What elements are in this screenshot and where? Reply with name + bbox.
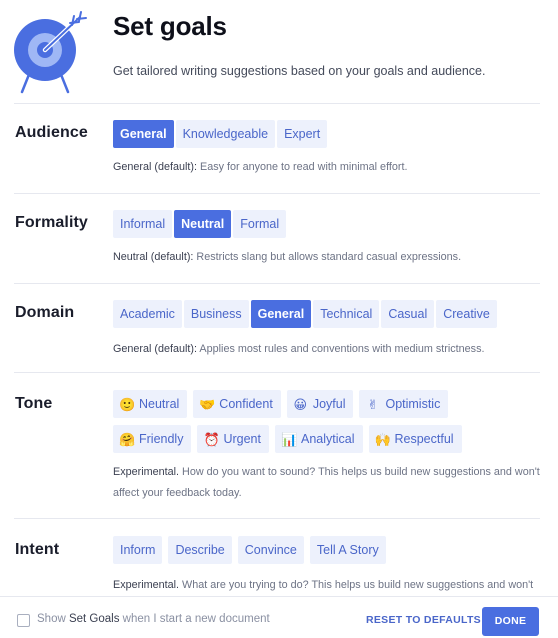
tone-option-urgent[interactable]: ⏰ Urgent <box>197 425 269 453</box>
intent-label: Intent <box>15 541 60 558</box>
tone-option-analytical[interactable]: 📊 Analytical <box>275 425 363 453</box>
handshake-icon: 🤝 <box>199 396 216 412</box>
tone-label: Tone <box>15 395 53 412</box>
intent-option-tell-a-story[interactable]: Tell A Story <box>309 536 386 564</box>
raised-hands-icon: 🙌 <box>374 431 391 447</box>
intent-option-describe[interactable]: Describe <box>168 536 232 564</box>
dialog-header: Set goals Get tailored writing suggestio… <box>0 0 558 104</box>
checkbox-label-emphasis: Set Goals <box>68 613 120 625</box>
grinning-face-icon: 😀 <box>293 396 308 412</box>
tone-option-label: Respectful <box>394 432 454 446</box>
tone-option-label: Friendly <box>139 432 184 446</box>
hugging-face-icon: 🤗 <box>119 431 136 447</box>
domain-description-text: Applies most rules and conventions with … <box>197 343 485 355</box>
formality-description-strong: Neutral (default): <box>113 251 194 263</box>
audience-option-general[interactable]: General <box>113 120 174 148</box>
formality-option-formal[interactable]: Formal <box>233 210 287 238</box>
formality-option-informal[interactable]: Informal <box>113 210 173 238</box>
victory-hand-icon: ✌ <box>367 396 379 412</box>
tone-options-row: 🤗 Friendly ⏰ Urgent 📊 Analytical 🙌 Respectfu… <box>113 425 513 453</box>
tone-option-joyful[interactable]: 😀 Joyful <box>286 390 354 418</box>
tone-option-respectful[interactable]: 🙌 Respectful <box>368 425 462 453</box>
done-button[interactable]: DONE <box>482 607 539 636</box>
domain-option-academic[interactable]: Academic <box>113 300 182 328</box>
tone-option-label: Urgent <box>223 432 261 446</box>
dialog-footer: Show Set Goals when I start a new docume… <box>0 596 558 638</box>
target-with-arrow-icon <box>14 11 87 94</box>
formality-label: Formality <box>15 214 88 231</box>
domain-options: Academic Business General Technical Casu… <box>113 300 497 328</box>
intent-option-convince[interactable]: Convince <box>237 536 304 564</box>
formality-option-neutral[interactable]: Neutral <box>174 210 232 238</box>
divider <box>14 372 540 373</box>
domain-option-creative[interactable]: Creative <box>436 300 497 328</box>
tone-option-confident[interactable]: 🤝 Confident <box>193 390 281 418</box>
page-title: Set goals <box>113 11 227 41</box>
tone-option-label: Neutral <box>139 397 180 411</box>
reset-to-defaults-button[interactable]: RESET TO DEFAULTS <box>366 614 481 626</box>
audience-option-knowledgeable[interactable]: Knowledgeable <box>175 120 276 148</box>
tone-options: 🙂 Neutral 🤝 Confident 😀 Joyful ✌ Optimistic … <box>113 390 513 460</box>
show-set-goals-label[interactable]: Show Set Goals when I start a new docume… <box>37 613 270 625</box>
intent-description-strong: Experimental. <box>113 579 180 591</box>
intent-description: Experimental. What are you trying to do?… <box>113 575 553 596</box>
formality-description-text: Restricts slang but allows standard casu… <box>193 251 462 263</box>
audience-options: General Knowledgeable Expert <box>113 120 328 148</box>
tone-description-strong: Experimental. <box>113 466 180 478</box>
audience-description: General (default): Easy for anyone to re… <box>113 157 543 178</box>
audience-description-text: Easy for anyone to read with minimal eff… <box>197 161 408 173</box>
divider <box>14 518 540 519</box>
domain-description: General (default): Applies most rules an… <box>113 339 543 360</box>
domain-option-business[interactable]: Business <box>183 300 249 328</box>
tone-option-optimistic[interactable]: ✌ Optimistic <box>359 390 449 418</box>
domain-option-technical[interactable]: Technical <box>313 300 380 328</box>
alarm-clock-icon: ⏰ <box>203 431 220 447</box>
tone-option-label: Confident <box>219 397 273 411</box>
formality-description: Neutral (default): Restricts slang but a… <box>113 247 543 268</box>
tone-option-friendly[interactable]: 🤗 Friendly <box>113 425 192 453</box>
tone-description: Experimental. How do you want to sound? … <box>113 462 543 504</box>
intent-options: Inform Describe Convince Tell A Story <box>113 536 386 564</box>
bar-chart-icon: 📊 <box>281 431 298 447</box>
domain-description-strong: General (default): <box>113 343 198 355</box>
tone-option-label: Joyful <box>312 397 346 411</box>
divider <box>14 193 540 194</box>
domain-label: Domain <box>15 304 75 321</box>
formality-options: Informal Neutral Formal <box>113 210 287 238</box>
page-subtitle: Get tailored writing suggestions based o… <box>113 64 486 78</box>
checkbox-label-prefix: Show <box>37 613 69 625</box>
divider <box>14 103 540 104</box>
domain-option-casual[interactable]: Casual <box>381 300 435 328</box>
neutral-face-icon: 🙂 <box>119 396 136 412</box>
audience-description-strong: General (default): <box>113 161 198 173</box>
tone-option-label: Optimistic <box>385 397 441 411</box>
intent-option-inform[interactable]: Inform <box>113 536 163 564</box>
tone-options-row: 🙂 Neutral 🤝 Confident 😀 Joyful ✌ Optimistic <box>113 390 513 418</box>
divider <box>14 283 540 284</box>
domain-option-general[interactable]: General <box>250 300 312 328</box>
audience-option-expert[interactable]: Expert <box>277 120 328 148</box>
tone-option-label: Analytical <box>301 432 355 446</box>
checkbox-label-suffix: when I start a new document <box>119 613 270 625</box>
audience-label: Audience <box>15 124 88 141</box>
tone-option-neutral[interactable]: 🙂 Neutral <box>113 390 188 418</box>
intent-description-text: What are you trying to do? This helps us… <box>179 579 534 591</box>
show-set-goals-checkbox[interactable] <box>17 614 30 627</box>
